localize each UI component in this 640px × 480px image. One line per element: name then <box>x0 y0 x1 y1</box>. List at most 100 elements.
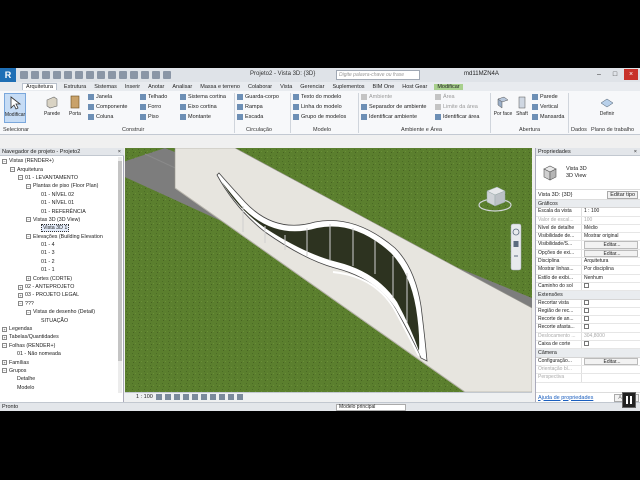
3d-view-icon[interactable] <box>119 71 127 79</box>
temporary-hide-icon[interactable] <box>227 394 234 400</box>
component-button[interactable]: Componente <box>88 103 128 111</box>
checkbox[interactable] <box>584 307 589 313</box>
area-button[interactable]: Área <box>435 93 479 101</box>
tree-item[interactable]: + Cortes (CORTE) <box>0 274 118 282</box>
tree-item[interactable]: +02 - ANTEPROJETO <box>0 283 118 291</box>
collapse-icon[interactable]: − <box>26 309 31 315</box>
close-icon[interactable]: × <box>634 148 637 156</box>
property-value[interactable]: Por disciplina <box>582 266 640 273</box>
maximize-icon[interactable]: □ <box>608 69 622 80</box>
tag-area-button[interactable]: Identificar área <box>435 113 479 121</box>
tree-item[interactable]: − Vistas de desenho (Detail) <box>0 308 118 316</box>
dormer-opening-button[interactable]: Mansarda <box>532 113 564 121</box>
model-text-button[interactable]: Texto do modelo <box>293 93 346 101</box>
checkbox[interactable] <box>584 316 589 322</box>
tab-estrutura[interactable]: Estrutura <box>63 84 87 90</box>
tree-item[interactable]: Detalhe <box>0 375 118 383</box>
panel-label-modelo[interactable]: Modelo <box>313 127 331 133</box>
revit-logo-icon[interactable]: R <box>0 68 16 82</box>
property-value[interactable]: Médio <box>582 225 640 232</box>
collapse-icon[interactable]: − <box>18 175 23 181</box>
collapse-icon[interactable]: − <box>18 301 23 307</box>
user-name[interactable]: md11MZN4A <box>464 71 499 77</box>
tab-suplementos[interactable]: Suplementos <box>331 84 365 90</box>
model-line-button[interactable]: Linha do modelo <box>293 103 346 111</box>
switch-windows-icon[interactable] <box>163 71 171 79</box>
close-icon[interactable]: × <box>118 148 121 156</box>
tree-item[interactable]: SITUAÇÃO <box>0 316 118 324</box>
instance-filter[interactable]: Vista 3D: {3D} <box>538 192 572 198</box>
type-selector[interactable]: Vista 3D 3D View <box>536 156 640 190</box>
search-input[interactable]: Digite palavra-chave ou frase <box>336 70 420 80</box>
room-separator-button[interactable]: Separador de ambiente <box>361 103 426 111</box>
ramp-button[interactable]: Rampa <box>237 103 279 111</box>
show-crop-icon[interactable] <box>209 394 216 400</box>
tree-item[interactable]: − Folhas (RENDER+) <box>0 342 118 350</box>
tab-analisar[interactable]: Analisar <box>171 84 193 90</box>
view-scale[interactable]: 1 : 100 <box>136 394 153 400</box>
panel-label-construir[interactable]: Construir <box>122 127 144 133</box>
tree-item[interactable]: − Elevações (Building Elevation <box>0 233 118 241</box>
text-icon[interactable] <box>108 71 116 79</box>
3d-viewport[interactable] <box>125 148 532 392</box>
property-value[interactable] <box>582 324 640 331</box>
visual-style-icon[interactable] <box>164 394 171 400</box>
curtain-system-button[interactable]: Sistema cortina <box>180 93 226 101</box>
checkbox[interactable] <box>584 341 589 347</box>
reveal-hidden-icon[interactable] <box>236 394 243 400</box>
close-icon[interactable]: × <box>624 69 638 80</box>
column-button[interactable]: Coluna <box>88 113 128 121</box>
mullion-button[interactable]: Montante <box>180 113 226 121</box>
panel-label-selecionar[interactable]: Selecionar <box>3 127 29 133</box>
tab-arquitetura[interactable]: Arquitetura <box>22 83 57 90</box>
tab-host-gear[interactable]: Host Gear <box>401 84 428 90</box>
window-button[interactable]: Janela <box>88 93 128 101</box>
tree-item[interactable]: − Plantas de piso (Floor Plan) <box>0 182 118 190</box>
tree-item[interactable]: + Famílias <box>0 358 118 366</box>
expand-icon[interactable]: + <box>18 284 23 290</box>
dimension-icon[interactable] <box>97 71 105 79</box>
property-value[interactable] <box>582 341 640 348</box>
property-section-header[interactable]: Gráficos <box>536 200 640 209</box>
checkbox[interactable] <box>584 282 589 288</box>
pause-icon[interactable] <box>622 392 636 408</box>
tree-item[interactable]: 01 - 2 <box>0 258 118 266</box>
save-icon[interactable] <box>31 71 39 79</box>
expand-icon[interactable]: + <box>2 326 7 332</box>
section-icon[interactable] <box>130 71 138 79</box>
vertical-opening-button[interactable]: Vertical <box>532 103 564 111</box>
collapse-icon[interactable]: − <box>26 234 31 240</box>
tree-item[interactable]: 01 - 1 <box>0 266 118 274</box>
tab-gerenciar[interactable]: Gerenciar <box>299 84 325 90</box>
door-button[interactable]: Porta <box>64 93 86 123</box>
scroll-thumb[interactable] <box>118 161 122 361</box>
tab-bim-one[interactable]: BIM One <box>372 84 396 90</box>
property-value[interactable] <box>582 316 640 323</box>
sync-icon[interactable] <box>42 71 50 79</box>
tree-item[interactable]: Vista 3D 1 <box>0 224 118 233</box>
edit-button[interactable]: Editar... <box>584 357 638 365</box>
panel-label-ambiente[interactable]: Ambiente e Área <box>401 127 442 133</box>
crop-view-icon[interactable] <box>200 394 207 400</box>
close-hidden-icon[interactable] <box>152 71 160 79</box>
property-value[interactable] <box>582 307 640 315</box>
tab-anotar[interactable]: Anotar <box>147 84 165 90</box>
browser-scrollbar[interactable] <box>118 157 122 393</box>
tree-item[interactable]: Modelo <box>0 384 118 392</box>
collapse-icon[interactable]: − <box>10 167 15 173</box>
collapse-icon[interactable]: − <box>26 217 31 223</box>
expand-icon[interactable]: + <box>2 334 7 340</box>
redo-icon[interactable] <box>64 71 72 79</box>
property-section-header[interactable]: Câmera <box>536 349 640 358</box>
expand-icon[interactable]: + <box>26 276 31 282</box>
tree-item[interactable]: 01 - NÍVEL 02 <box>0 191 118 199</box>
print-icon[interactable] <box>75 71 83 79</box>
area-boundary-button[interactable]: Limite da área <box>435 103 479 111</box>
modify-button[interactable]: Modificar <box>4 93 26 123</box>
model-group-button[interactable]: Grupo de modelos <box>293 113 346 121</box>
expand-icon[interactable]: + <box>18 292 23 298</box>
active-workset-field[interactable]: Modelo principal <box>336 404 406 411</box>
checkbox[interactable] <box>584 324 589 330</box>
undo-icon[interactable] <box>53 71 61 79</box>
collapse-icon[interactable]: − <box>2 343 7 349</box>
